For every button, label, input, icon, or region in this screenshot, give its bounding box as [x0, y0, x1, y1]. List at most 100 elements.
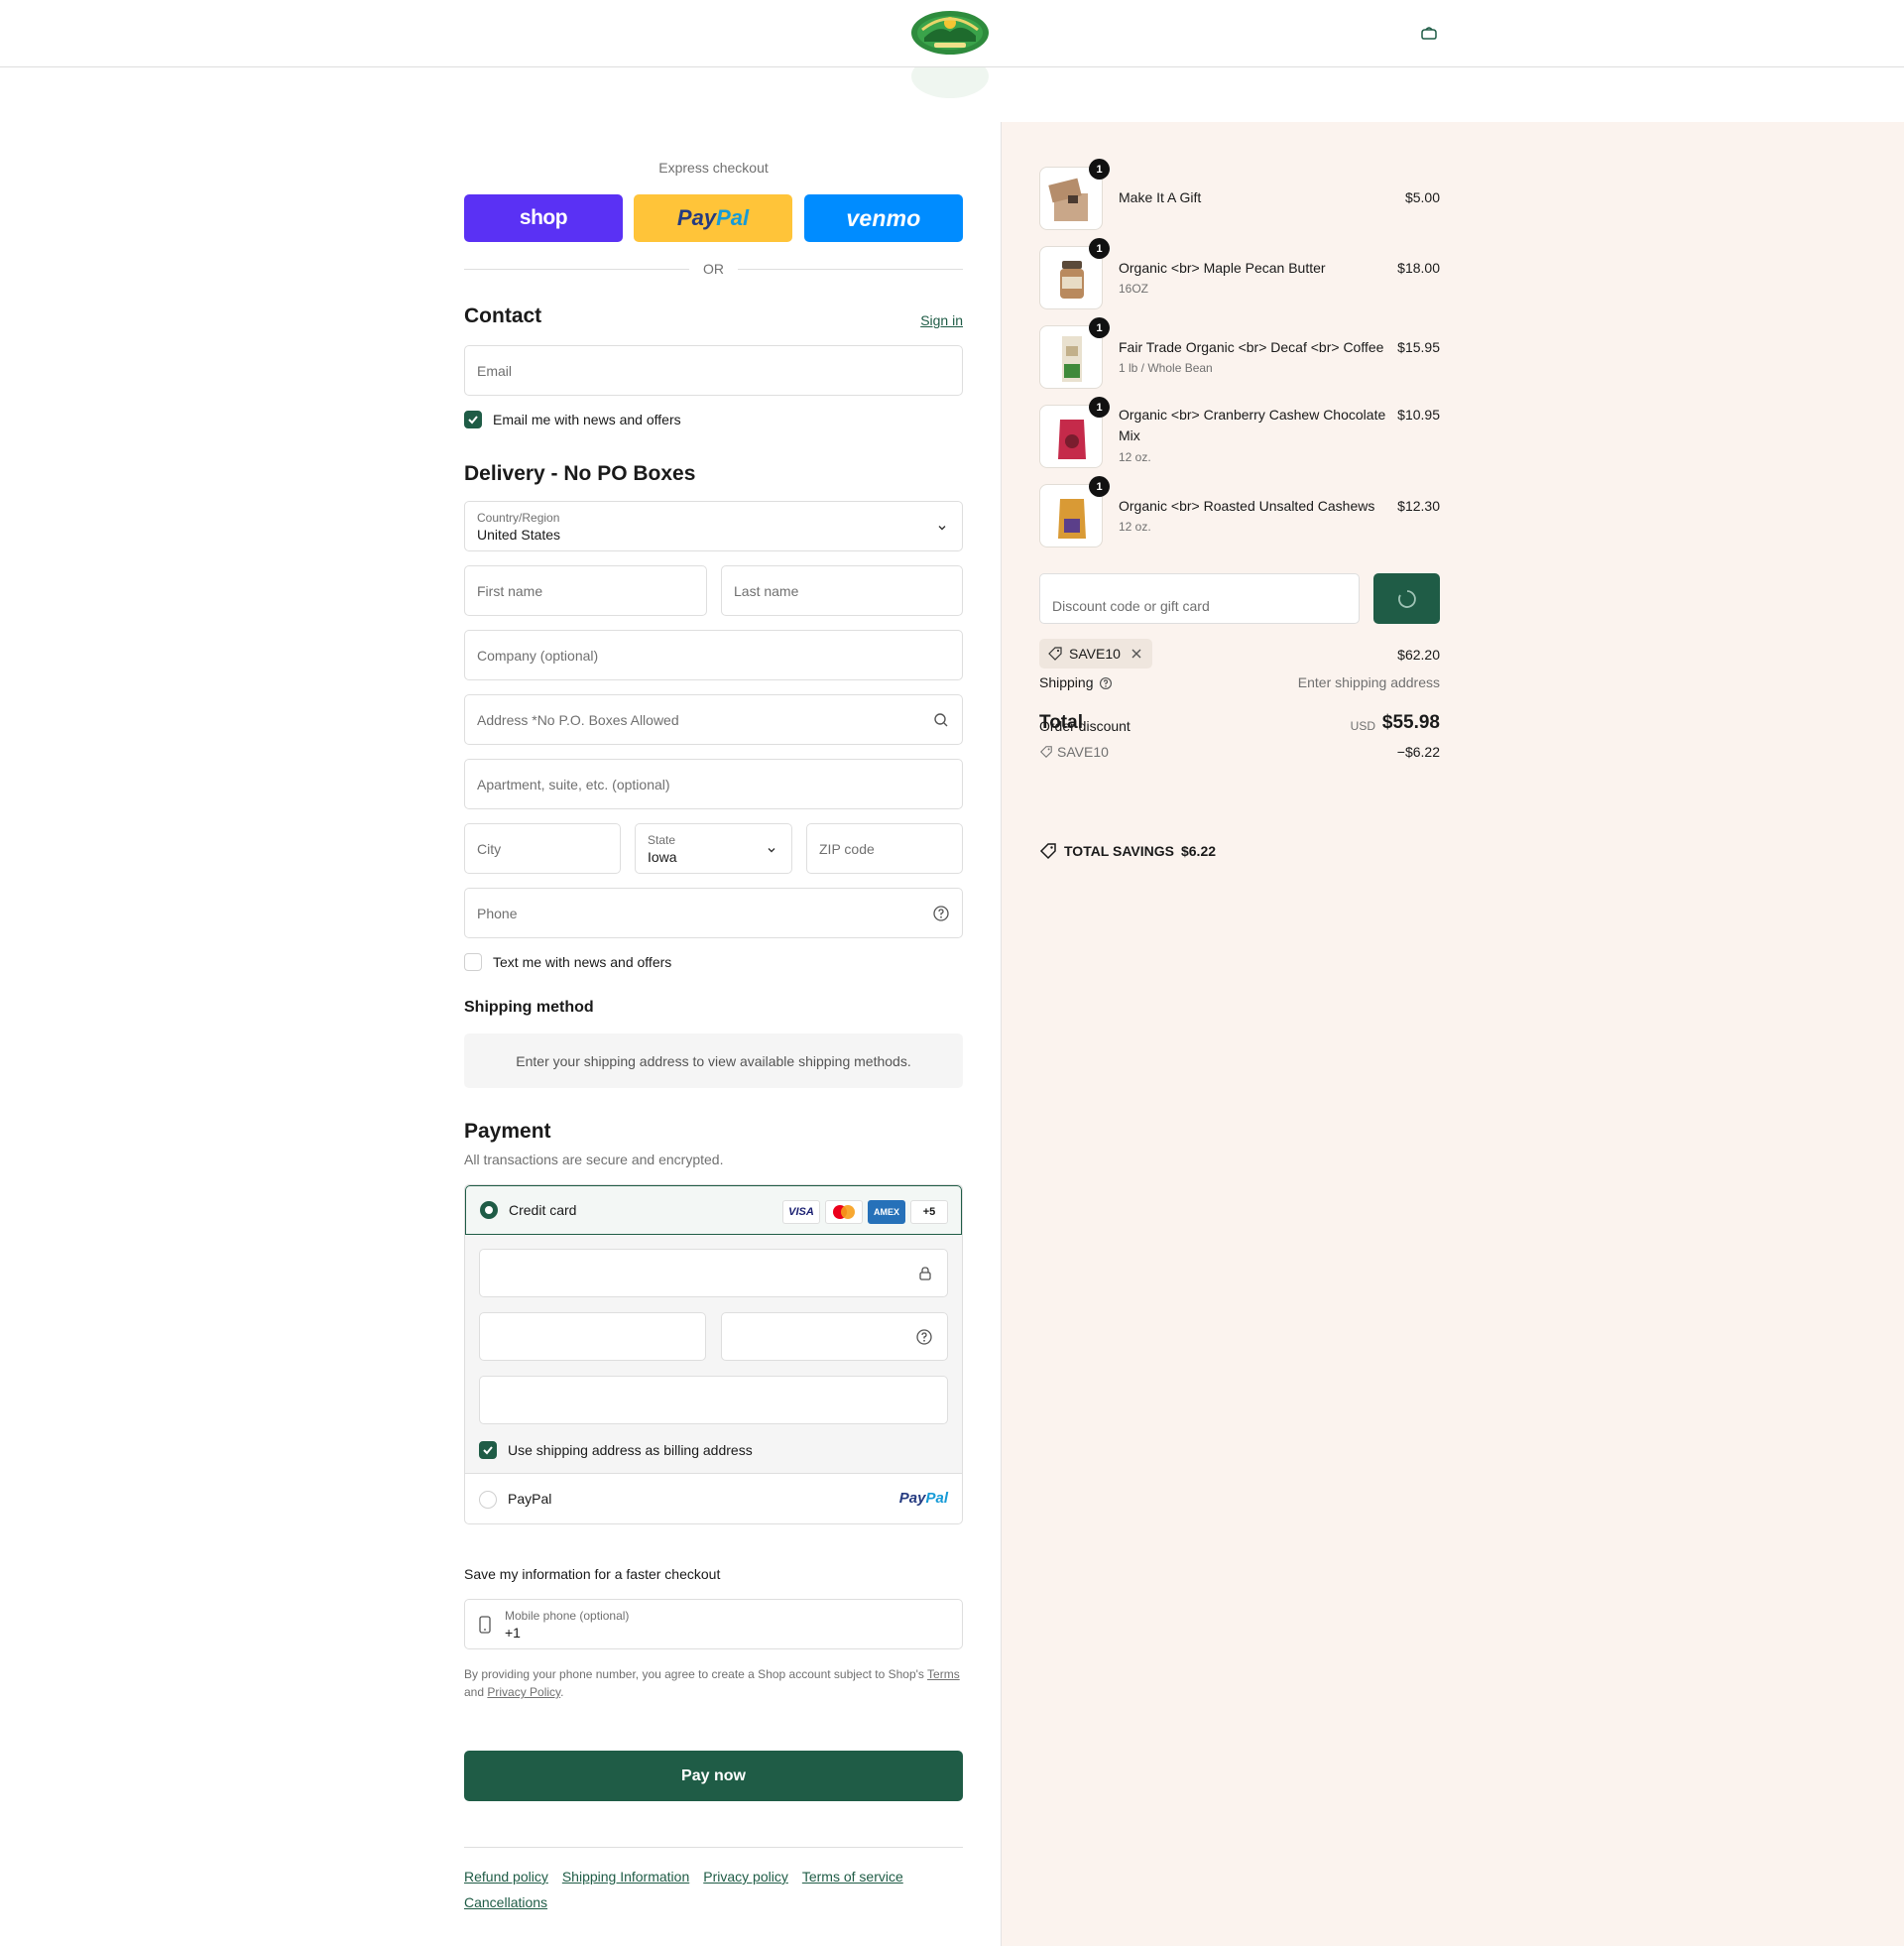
- help-icon[interactable]: [1099, 676, 1113, 690]
- paypal-radio[interactable]: [479, 1491, 497, 1509]
- order-summary-panel: [1001, 122, 1904, 1946]
- paypal-option[interactable]: PayPal PayPal: [465, 1475, 962, 1523]
- product-name: Make It A Gift: [1119, 189, 1202, 205]
- venmo-button[interactable]: venmo: [804, 194, 963, 242]
- product-price: $5.00: [1404, 189, 1440, 205]
- product-name: Organic <br> Maple Pecan Butter: [1119, 260, 1326, 276]
- state-select[interactable]: State Iowa: [635, 823, 792, 874]
- discount-code-placeholder: Discount code or gift card: [1052, 598, 1210, 614]
- legal-period: .: [560, 1685, 564, 1699]
- tag-icon: [1048, 647, 1062, 661]
- total-value: $55.98: [1381, 712, 1440, 733]
- pay-now-button[interactable]: Pay now: [464, 1751, 963, 1801]
- legal-text: By providing your phone number, you agre…: [464, 1665, 963, 1701]
- country-label: Country/Region: [477, 511, 560, 525]
- contact-title: Contact: [464, 304, 542, 327]
- discount-code-field[interactable]: Discount code or gift card: [1039, 573, 1360, 624]
- credit-card-form: Use shipping address as billing address: [465, 1235, 962, 1474]
- total-savings: TOTAL SAVINGS $6.22: [1039, 842, 1216, 860]
- or-text: OR: [703, 261, 724, 277]
- product-price: $12.30: [1397, 498, 1440, 514]
- line-item: 1 Organic <br> Maple Pecan Butter 16OZ $…: [1039, 238, 1440, 309]
- order-discount-label: Order discount: [1039, 718, 1130, 734]
- more-cards-badge: +5: [910, 1200, 948, 1224]
- first-name-placeholder: First name: [477, 583, 543, 599]
- last-name-field[interactable]: Last name: [721, 565, 963, 616]
- paypal-express-button[interactable]: PayPal: [634, 194, 792, 242]
- apply-discount-button[interactable]: [1373, 573, 1440, 624]
- footer-divider: [464, 1847, 963, 1848]
- chevron-down-icon: [768, 848, 775, 853]
- checkmark-icon: [483, 1446, 493, 1455]
- email-news-checkbox[interactable]: [464, 411, 482, 428]
- billing-address-option[interactable]: Use shipping address as billing address: [479, 1441, 753, 1459]
- text-news-option[interactable]: Text me with news and offers: [464, 953, 671, 971]
- sign-in-link[interactable]: Sign in: [920, 312, 963, 328]
- bag-icon[interactable]: [1418, 24, 1440, 46]
- cancellations-link[interactable]: Cancellations: [464, 1894, 547, 1910]
- credit-card-radio[interactable]: [480, 1201, 498, 1219]
- country-select[interactable]: Country/Region United States: [464, 501, 963, 551]
- address-field[interactable]: Address *No P.O. Boxes Allowed: [464, 694, 963, 745]
- quantity-badge: 1: [1089, 397, 1110, 418]
- product-variant: 1 lb / Whole Bean: [1119, 361, 1213, 375]
- state-label: State: [648, 833, 676, 847]
- paypal-express-label: PayPal: [677, 205, 749, 231]
- product-variant: 12 oz.: [1119, 450, 1151, 464]
- first-name-field[interactable]: First name: [464, 565, 707, 616]
- applied-code: SAVE10: [1069, 646, 1121, 662]
- discount-amount: −$6.22: [1396, 744, 1440, 760]
- card-number-field[interactable]: [479, 1249, 948, 1297]
- shipping-information-link[interactable]: Shipping Information: [562, 1869, 689, 1885]
- billing-address-checkbox[interactable]: [479, 1441, 497, 1459]
- mobile-phone-field[interactable]: Mobile phone (optional) +1: [464, 1599, 963, 1649]
- close-icon[interactable]: [1130, 648, 1142, 660]
- quantity-badge: 1: [1089, 317, 1110, 338]
- visa-icon: VISA: [782, 1200, 820, 1224]
- discount-code-name: SAVE10: [1057, 744, 1109, 760]
- zip-placeholder: ZIP code: [819, 841, 875, 857]
- text-news-checkbox[interactable]: [464, 953, 482, 971]
- payment-subtitle: All transactions are secure and encrypte…: [464, 1152, 724, 1167]
- terms-of-service-link[interactable]: Terms of service: [802, 1869, 903, 1885]
- payment-title: Payment: [464, 1120, 551, 1143]
- line-item: 1 Make It A Gift $5.00: [1039, 159, 1440, 230]
- zip-field[interactable]: ZIP code: [806, 823, 963, 874]
- shop-pay-button[interactable]: shop: [464, 194, 623, 242]
- company-placeholder: Company (optional): [477, 648, 599, 664]
- email-field[interactable]: Email: [464, 345, 963, 396]
- paypal-logo-part: Pay: [898, 1490, 926, 1507]
- checkmark-icon: [468, 416, 478, 425]
- brand-logo[interactable]: [910, 10, 990, 56]
- privacy-policy-link[interactable]: Privacy Policy: [487, 1685, 560, 1699]
- terms-link[interactable]: Terms: [927, 1667, 960, 1681]
- phone-placeholder: Phone: [477, 906, 518, 921]
- total-savings-label: TOTAL SAVINGS: [1064, 843, 1174, 859]
- expiration-field[interactable]: [479, 1312, 706, 1361]
- city-field[interactable]: City: [464, 823, 621, 874]
- paypal-logo-text-b: Pal: [716, 205, 750, 230]
- privacy-policy-footer-link[interactable]: Privacy policy: [703, 1869, 788, 1885]
- product-price: $15.95: [1397, 339, 1440, 355]
- payment-methods: Credit card VISA AMEX +5 Use shipping ad…: [464, 1184, 963, 1524]
- name-on-card-field[interactable]: [479, 1376, 948, 1424]
- help-icon[interactable]: [915, 1328, 933, 1346]
- quantity-badge: 1: [1089, 238, 1110, 259]
- help-icon[interactable]: [932, 905, 950, 922]
- divider-line: [464, 268, 689, 270]
- product-price: $18.00: [1397, 260, 1440, 276]
- quantity-badge: 1: [1089, 159, 1110, 180]
- total-savings-amount: $6.22: [1180, 843, 1217, 859]
- apartment-field[interactable]: Apartment, suite, etc. (optional): [464, 759, 963, 809]
- phone-field[interactable]: Phone: [464, 888, 963, 938]
- line-item: 1 Fair Trade Organic <br> Decaf <br> Cof…: [1039, 317, 1440, 389]
- credit-card-option[interactable]: Credit card VISA AMEX +5: [465, 1185, 962, 1235]
- security-code-field[interactable]: [721, 1312, 948, 1361]
- company-field[interactable]: Company (optional): [464, 630, 963, 680]
- delivery-title: Delivery - No PO Boxes: [464, 462, 696, 485]
- line-item: 1 Organic <br> Cranberry Cashew Chocolat…: [1039, 397, 1440, 468]
- mobile-phone-icon: [479, 1616, 491, 1634]
- email-news-option[interactable]: Email me with news and offers: [464, 411, 681, 428]
- spinner-icon: [1397, 589, 1416, 608]
- refund-policy-link[interactable]: Refund policy: [464, 1869, 548, 1885]
